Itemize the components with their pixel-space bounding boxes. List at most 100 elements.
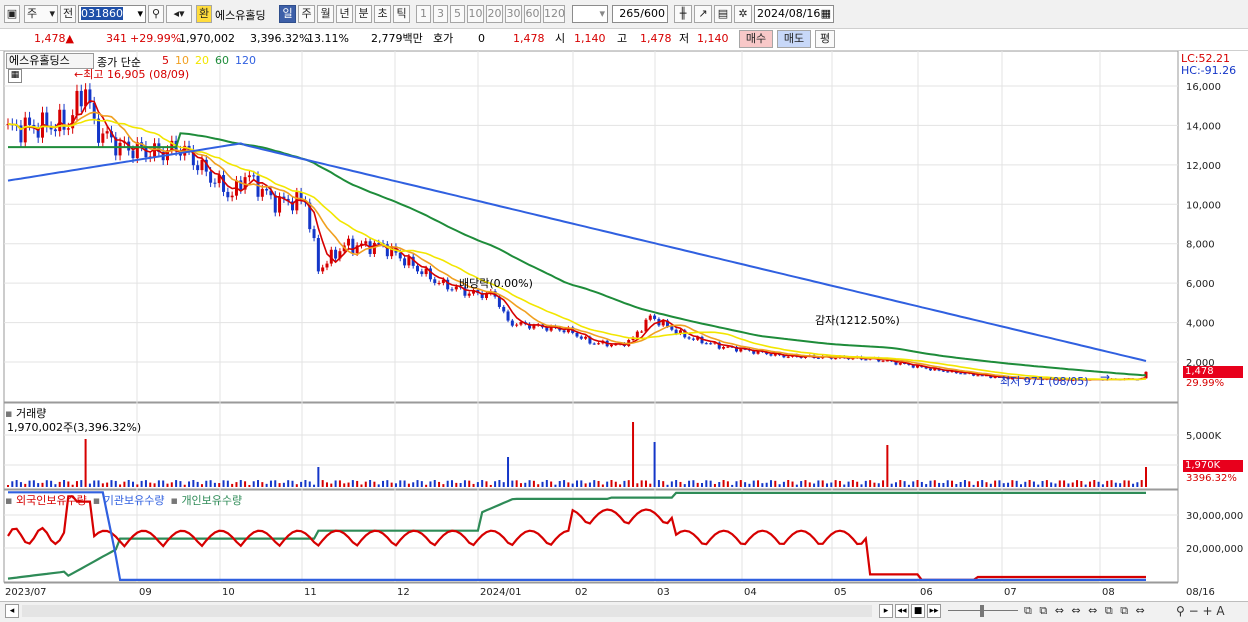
up-arrow-icon: ▲: [65, 32, 74, 45]
volume-bar: [295, 484, 298, 487]
hoga-label: 호가: [433, 32, 454, 45]
minute-button[interactable]: 20: [486, 5, 503, 23]
volume-bar: [265, 483, 268, 487]
volume-bar: [718, 482, 721, 487]
volume-bar: [7, 485, 9, 487]
first-page-icon[interactable]: ◂◂: [895, 604, 909, 618]
period-button[interactable]: 일: [279, 5, 296, 23]
volume-bar: [325, 482, 328, 487]
quote-bar: 1,478▲ 341 +29.99% 1,970,002 3,396.32% 1…: [0, 29, 1248, 51]
tool-icons[interactable]: ⧉ ⧉ ⇔ ⇔ ⇔ ⧉ ⧉ ⇔: [1024, 604, 1147, 618]
chevron-down-icon: ▾: [49, 7, 55, 20]
x-tick-label: 07: [1004, 587, 1017, 598]
holding-legend-item[interactable]: 외국인보유수량: [16, 494, 87, 507]
volume-bar: [416, 480, 419, 487]
volume-bar: [15, 480, 18, 487]
period-button[interactable]: 초: [374, 5, 391, 23]
volume-bar: [705, 480, 708, 487]
scroll-track[interactable]: [22, 605, 872, 617]
holding-legend-item[interactable]: 개인보유수량: [181, 494, 242, 507]
minute-button[interactable]: 1: [416, 5, 431, 23]
stock-code-input[interactable]: 031860 ▾: [78, 5, 146, 23]
volume-bar: [532, 480, 535, 487]
candle-body: [575, 332, 579, 337]
volume-bar: [179, 481, 182, 487]
speaker-icon[interactable]: ◂▾: [166, 5, 192, 23]
candle-body: [260, 188, 264, 197]
search-icon[interactable]: ⚲: [148, 5, 164, 23]
period-button[interactable]: 년: [336, 5, 353, 23]
holding-legend-item[interactable]: 기관보유수량: [104, 494, 165, 507]
last-page-icon[interactable]: ▸▸: [927, 604, 941, 618]
minute-button[interactable]: 5: [450, 5, 465, 23]
chart-area[interactable]: 16,000 14,000 12,000 10,000 8,000 6,000 4,000 2…: [0, 51, 1248, 601]
ma-legend-item[interactable]: 120: [235, 54, 256, 67]
volume-bar: [946, 480, 949, 487]
minute-button[interactable]: 3: [433, 5, 448, 23]
zoom-icons[interactable]: ⚲ − + A: [1176, 604, 1225, 618]
volume-bar: [1080, 480, 1083, 487]
minute-button[interactable]: 120: [543, 5, 565, 23]
volume-bar: [1101, 484, 1104, 487]
stock-type-select[interactable]: 주 ▾: [24, 5, 58, 23]
volume-bar: [313, 484, 316, 487]
stop-icon[interactable]: ■: [911, 604, 925, 618]
chart-menu-icon[interactable]: ▣: [4, 5, 20, 23]
volume-bar: [791, 481, 794, 487]
minute-button[interactable]: 10: [467, 5, 484, 23]
candle-body: [928, 368, 932, 371]
volume-bar: [282, 482, 285, 487]
right-arrow-icon: →: [1100, 370, 1111, 384]
buy-button[interactable]: 매수: [739, 30, 773, 48]
minute-button[interactable]: 30: [505, 5, 522, 23]
open-label: 시: [555, 32, 566, 45]
volume-bar: [127, 480, 130, 487]
sell-button[interactable]: 매도: [777, 30, 811, 48]
prev-button[interactable]: 전: [60, 5, 76, 23]
minute-button[interactable]: 60: [524, 5, 541, 23]
chevron-down-icon: ▾: [137, 7, 143, 20]
scroll-right-icon[interactable]: ▸: [879, 604, 893, 618]
candle-icon[interactable]: ╫: [674, 5, 692, 23]
interval-input[interactable]: ▾: [572, 5, 608, 23]
volume-bar: [739, 480, 742, 487]
period-button[interactable]: 분: [355, 5, 372, 23]
zoom-handle[interactable]: [980, 605, 984, 617]
volume-bar: [28, 480, 31, 487]
volume-bar: [623, 480, 626, 487]
ma-legend-item[interactable]: 20: [195, 54, 209, 67]
period-button[interactable]: 틱: [393, 5, 410, 23]
period-button[interactable]: 주: [298, 5, 315, 23]
volume-bar: [1041, 481, 1044, 487]
save-icon[interactable]: ▤: [714, 5, 732, 23]
volume-bar: [834, 480, 837, 487]
ma-legend-item[interactable]: 60: [215, 54, 229, 67]
line-tool-icon[interactable]: ↗: [694, 5, 712, 23]
candle-body: [28, 117, 32, 125]
volume-bar: [338, 480, 341, 487]
candle-body: [66, 128, 70, 130]
volume-bar: [369, 480, 372, 487]
gear-icon[interactable]: ✲: [734, 5, 752, 23]
volume-bar: [399, 480, 402, 487]
fx-button[interactable]: 환: [196, 5, 212, 23]
volume-bar: [662, 481, 665, 487]
candle-body: [420, 271, 424, 275]
volume-bar: [636, 483, 639, 487]
candle-body: [739, 348, 743, 352]
scroll-left-icon[interactable]: ◂: [5, 604, 19, 618]
calc-icon[interactable]: ▦: [8, 69, 22, 83]
eval-button[interactable]: 평: [815, 30, 835, 48]
volume-bar: [1037, 484, 1040, 487]
volume-bar: [106, 482, 109, 487]
date-input[interactable]: 2024/08/16 ▦: [754, 5, 834, 23]
volume-bar: [886, 445, 889, 487]
square-icon: ▪: [5, 494, 16, 507]
volume-bar: [696, 482, 699, 487]
count-input[interactable]: 265/600: [612, 5, 668, 23]
volume-bar: [364, 481, 367, 487]
volume-bar: [722, 480, 725, 487]
volume-bar: [657, 480, 660, 487]
volume-bar: [304, 480, 307, 487]
period-button[interactable]: 월: [317, 5, 334, 23]
